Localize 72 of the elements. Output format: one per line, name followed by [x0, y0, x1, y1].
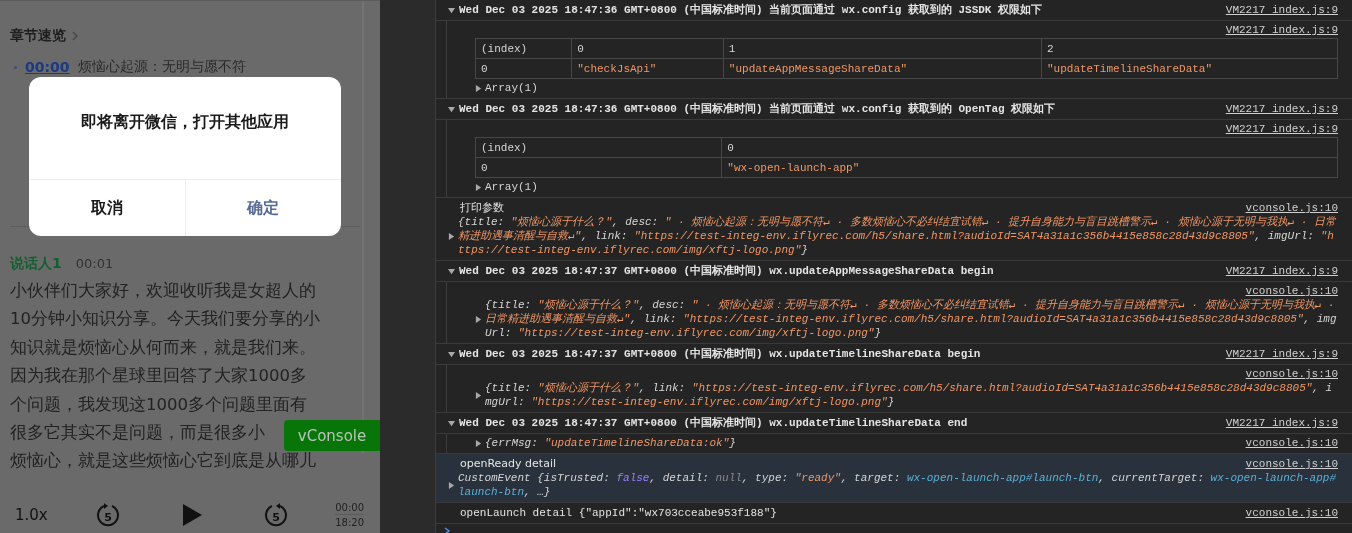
group-title: Wed Dec 03 2025 18:47:37 GMT+0800 (中国标准时间) wx.updateTimelineShareData end [459, 416, 969, 430]
table-cell: 0 [475, 157, 722, 178]
section-title: 章节速览 [10, 27, 66, 45]
object-preview: {title: "烦恼心源于什么？", desc: " · 烦恼心起源：无明与愿不符↵ · 多数烦恼心不必纠结宜试错↵ · 提升自身能力与盲目跳槽警示↵ · 烦恼心源于无明与我执↵ · 日常精进助遇事清醒与自救↵", link: "https://test-integ-env.iflyrec.com/h5/share.html?audioId=SAT4a31a1c356b4415e858c28d43d9c8805", imgUrl: "https://test-integ-env.iflyrec.com/img/xftj-logo.png"} [485, 298, 1338, 340]
column-header: (index) [475, 137, 722, 158]
source-link[interactable]: VM2217 index.js:9 [1225, 23, 1338, 37]
transcript-line: 小伙伴们大家好，欢迎收听我是女超人的 [10, 280, 316, 302]
transcript-line: 知识就是烦恼心从何而来，就是我们来。 [10, 336, 316, 359]
caret-icon[interactable] [448, 350, 455, 358]
source-link[interactable]: VM2217 index.js:9 [1225, 102, 1338, 116]
object-preview: {title: "烦恼心源于什么？", desc: " · 烦恼心起源：无明与愿不符↵ · 多数烦恼心不必纠结宜试错↵ · 提升自身能力与盲目跳槽警示↵ · 烦恼心源于无明与我执↵ · 日常精进助遇事清醒与自救↵", link: "https://test-integ-env.iflyrec.com/h5/share.html?audioId=SAT4a31a1c356b4415e858c28d43d9c8805", imgUrl: "https://test-integ-env.iflyrec.com/img/xftj-logo.png"} [458, 215, 1337, 257]
current-time: 00:00 [335, 501, 364, 515]
speed-button[interactable]: 1.0x [15, 506, 95, 524]
expand-icon[interactable] [475, 315, 482, 323]
source-link[interactable]: vconsole.js:10 [1245, 506, 1338, 520]
transcript-line: 烦恼心，就是这些烦恼心它到底是从哪儿 [10, 450, 316, 473]
expand-icon[interactable] [475, 439, 482, 447]
transcript-line: 10分钟小知识分享。今天我们要分享的小 [10, 308, 320, 331]
bullet-icon [14, 65, 17, 69]
source-link[interactable]: vconsole.js:10 [1245, 201, 1338, 215]
log-label: openReady detail [460, 457, 556, 471]
caret-icon[interactable] [448, 267, 455, 275]
caret-icon[interactable] [448, 105, 455, 113]
table-cell: "checkJsApi" [571, 58, 724, 79]
dialog-title: 即将离开微信，打开其他应用 [80, 110, 290, 133]
play-button[interactable] [181, 503, 203, 527]
group-title: Wed Dec 03 2025 18:47:37 GMT+0800 (中国标准时间) wx.updateAppMessageShareData begin [459, 264, 995, 278]
transcript-line: 很多它其实不是问题，而是很多小 [10, 422, 265, 445]
speaker-time: 00:01 [75, 256, 114, 271]
source-link[interactable]: VM2217 index.js:9 [1225, 347, 1338, 361]
log-label: 打印参数 [460, 201, 504, 215]
chapter-title: 烦恼心起源：无明与愿不符 [77, 58, 246, 76]
prompt-icon [444, 527, 450, 533]
table-cell: 0 [475, 58, 572, 79]
expand-icon[interactable] [475, 84, 482, 92]
group-title: Wed Dec 03 2025 18:47:37 GMT+0800 (中国标准时间) wx.updateTimelineShareData begin [459, 347, 982, 361]
source-link[interactable]: VM2217 index.js:9 [1225, 122, 1338, 136]
array-summary[interactable]: Array(1) [485, 180, 538, 194]
source-link[interactable]: VM2217 index.js:9 [1225, 3, 1338, 17]
object-preview: {errMsg: "updateTimelineShareData:ok"} [485, 436, 737, 450]
column-header: 0 [571, 38, 724, 59]
table-cell: "wx-open-launch-app" [721, 157, 1338, 178]
source-link[interactable]: vconsole.js:10 [1245, 457, 1338, 471]
source-link[interactable]: vconsole.js:10 [1245, 436, 1338, 450]
column-header: 0 [721, 137, 1338, 158]
column-header: 1 [723, 38, 1042, 59]
caret-icon[interactable] [448, 419, 455, 427]
transcript-line: 个问题，我发现这1000多个问题里面有 [10, 393, 307, 416]
expand-icon[interactable] [475, 183, 482, 191]
cancel-button[interactable]: 取消 [29, 180, 185, 236]
expand-icon[interactable] [448, 232, 455, 240]
source-link[interactable]: VM2217 index.js:9 [1225, 264, 1338, 278]
table-cell: "updateAppMessageShareData" [723, 58, 1042, 79]
source-link[interactable]: vconsole.js:10 [1245, 367, 1338, 381]
expand-icon[interactable] [448, 481, 455, 489]
source-link[interactable]: vconsole.js:10 [1245, 284, 1338, 298]
object-preview: CustomEvent {isTrusted: false, detail: null, type: "ready", target: wx-open-launch-app#launch-btn, currentTarget: wx-open-launch-app#launch-btn, …} [458, 471, 1337, 499]
array-summary[interactable]: Array(1) [485, 81, 538, 95]
confirm-button[interactable]: 确定 [184, 180, 341, 236]
source-link[interactable]: VM2217 index.js:9 [1225, 416, 1338, 430]
column-header: (index) [475, 38, 572, 59]
group-title: Wed Dec 03 2025 18:47:36 GMT+0800 (中国标准时间) 当前页面通过 wx.config 获取到的 OpenTag 权限如下 [459, 102, 1057, 116]
object-preview: {title: "烦恼心源于什么？", link: "https://test-integ-env.iflyrec.com/h5/share.html?audioId=SAT4a31a1c356b4415e858c28d43d9c8805", imgUrl: "https://test-integ-env.iflyrec.com/img/xftj-logo.png"} [485, 381, 1334, 409]
caret-icon[interactable] [448, 6, 455, 14]
group-title: Wed Dec 03 2025 18:47:36 GMT+0800 (中国标准时间) 当前页面通过 wx.config 获取到的 JSSDK 权限如下 [459, 3, 1044, 17]
transcript-line: 因为我在那个星球里回答了大家1000多 [10, 365, 307, 388]
table-cell: "updateTimelineShareData" [1041, 58, 1338, 79]
log-message: openLaunch detail {"appId":"wx703cceabe953f188"} [460, 506, 777, 520]
total-time: 18:20 [335, 516, 364, 529]
expand-icon[interactable] [475, 391, 482, 399]
speaker-name: 说话人1 [10, 255, 62, 273]
column-header: 2 [1041, 38, 1338, 59]
